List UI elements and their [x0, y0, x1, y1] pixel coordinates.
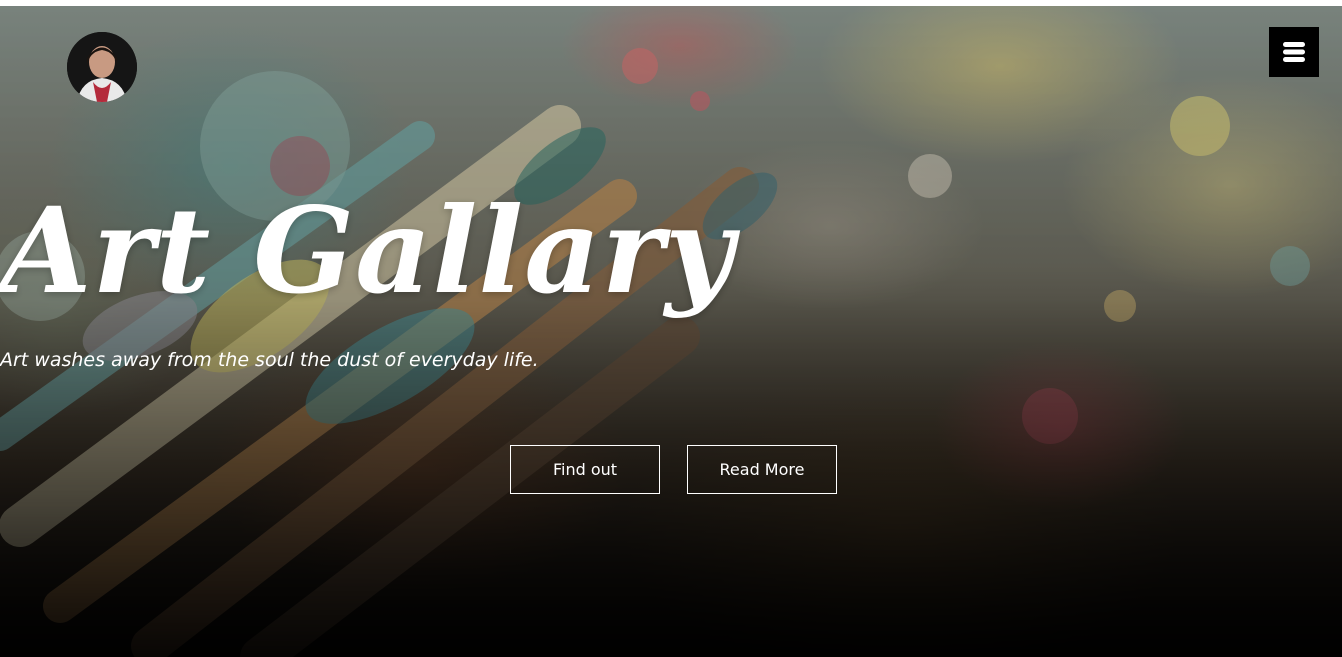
avatar-image [67, 32, 137, 102]
read-more-button[interactable]: Read More [687, 445, 837, 494]
dark-overlay [0, 6, 1342, 657]
menu-button[interactable] [1269, 27, 1319, 77]
find-out-button[interactable]: Find out [510, 445, 660, 494]
profile-avatar[interactable] [67, 32, 137, 102]
hero-section: Art Gallary Art washes away from the sou… [0, 6, 1342, 657]
hero-title: Art Gallary [0, 181, 735, 320]
hamburger-menu-icon [1283, 42, 1305, 62]
hero-subtitle: Art washes away from the soul the dust o… [0, 349, 539, 371]
